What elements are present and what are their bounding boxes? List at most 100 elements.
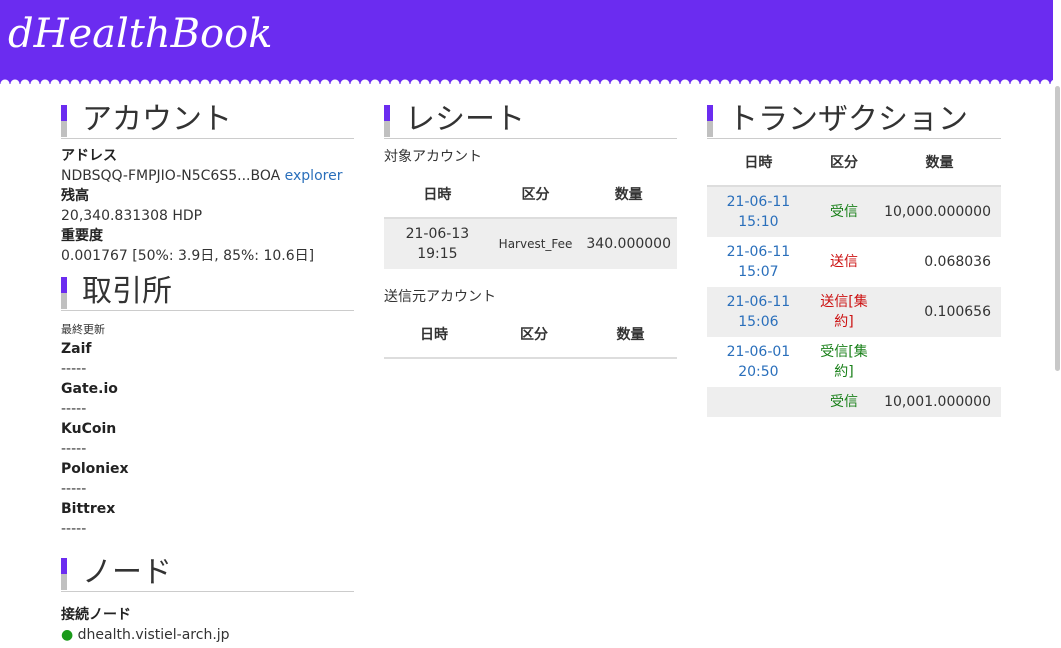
col-header-type[interactable]: 区分 [490, 171, 581, 219]
row-amount: 340.000000 [580, 218, 677, 269]
left-column: アカウント アドレス NDBSQQ-FMPJIO-N5C6S5...BOA ex… [61, 102, 354, 645]
address-row: NDBSQQ-FMPJIO-N5C6S5...BOA explorer [61, 166, 354, 186]
row-amount: 10,000.000000 [878, 186, 1001, 237]
row-time: 19:15 [417, 246, 458, 262]
row-date: 21-06-01 [726, 344, 791, 360]
table-row[interactable]: 21-06-01 20:50 受信[集 約] [707, 337, 1001, 387]
col-header-datetime[interactable]: 日時 [384, 171, 491, 219]
exchange-price-gateio: ----- [61, 401, 87, 417]
row-amount [878, 337, 1001, 387]
node-section-header: ノード [61, 555, 354, 592]
section-marker-shadow [61, 121, 67, 137]
row-datetime: 21-06-13 19:15 [384, 218, 491, 269]
account-section-header: アカウント [61, 102, 354, 139]
exchange-section-header: 取引所 [61, 274, 354, 311]
row-type-line1: 送信[集 [820, 294, 868, 310]
node-host: dhealth.vistiel-arch.jp [77, 627, 230, 643]
section-marker-shadow [384, 121, 390, 137]
row-datetime-link[interactable]: 21-06-11 15:06 [707, 287, 810, 337]
exchange-name-poloniex: Poloniex [61, 461, 129, 477]
row-datetime-link[interactable]: 21-06-11 15:07 [707, 237, 810, 287]
last-updated-label: 最終更新 [61, 323, 105, 336]
section-marker [61, 277, 67, 293]
table-row[interactable]: 21-06-11 15:06 送信[集 約] 0.100656 [707, 287, 1001, 337]
site-logo[interactable]: dHealthBook [8, 4, 272, 64]
section-marker-shadow [61, 293, 67, 309]
col-header-amount[interactable]: 数量 [580, 171, 677, 219]
row-date: 21-06-11 [726, 294, 791, 310]
receipt-section-header: レシート [384, 102, 677, 139]
transaction-title: トランザクション [728, 102, 968, 137]
table-row[interactable]: 21-06-11 15:10 受信 10,000.000000 [707, 186, 1001, 237]
address-label: アドレス [61, 148, 117, 164]
row-type-line2: 約] [834, 314, 854, 330]
node-status-dot-icon: ● [61, 627, 74, 643]
row-type-line2: 約] [834, 364, 854, 380]
row-time: 20:50 [738, 364, 779, 380]
row-type-receive: 受信 [809, 186, 879, 237]
col-header-type[interactable]: 区分 [809, 139, 879, 187]
balance-label: 残高 [61, 188, 89, 204]
transaction-section-header: トランザクション [707, 102, 1001, 139]
transaction-table: 日時 区分 数量 21-06-11 15:10 受信 10,000.000000… [707, 139, 1001, 417]
right-column: トランザクション 日時 区分 数量 21-06-11 15:10 受信 10,0… [707, 102, 1001, 417]
row-time: 15:06 [738, 314, 779, 330]
section-marker [61, 105, 67, 121]
account-title: アカウント [82, 102, 232, 137]
explorer-link[interactable]: explorer [285, 168, 343, 184]
scrollbar-thumb[interactable] [1055, 86, 1060, 371]
row-datetime-link[interactable]: 21-06-11 15:10 [707, 186, 810, 237]
section-marker [61, 558, 67, 574]
row-type-receive-aggregate: 受信[集 約] [810, 337, 878, 387]
section-marker-shadow [61, 574, 67, 590]
sender-table: 日時 区分 数量 [384, 311, 677, 359]
section-marker [384, 105, 390, 121]
row-datetime-link[interactable]: 21-06-01 20:50 [707, 337, 810, 387]
row-type-line1: 受信[集 [820, 344, 868, 360]
address-value: NDBSQQ-FMPJIO-N5C6S5...BOA [61, 168, 281, 184]
sender-account-label: 送信元アカウント [384, 289, 496, 305]
row-date: 21-06-11 [726, 194, 791, 210]
exchange-price-bittrex: ----- [61, 521, 87, 537]
row-type-send-aggregate: 送信[集 約] [809, 287, 879, 337]
section-marker [707, 105, 713, 121]
table-row[interactable]: 21-06-11 15:07 送信 0.068036 [707, 237, 1001, 287]
receipt-table-header: 日時 区分 数量 [384, 171, 677, 219]
exchange-name-kucoin: KuCoin [61, 421, 117, 437]
connected-node-label: 接続ノード [61, 607, 131, 623]
connected-node-row: ● dhealth.vistiel-arch.jp [61, 625, 354, 645]
exchange-price-kucoin: ----- [61, 441, 87, 457]
row-amount: 10,001.000000 [878, 387, 1001, 417]
exchange-name-bittrex: Bittrex [61, 501, 116, 517]
target-account-label: 対象アカウント [384, 149, 482, 165]
row-time: 15:07 [738, 264, 779, 280]
row-date: 21-06-13 [405, 226, 470, 242]
row-type-receive: 受信 [809, 387, 879, 417]
row-time: 15:10 [738, 214, 779, 230]
importance-label: 重要度 [61, 228, 103, 244]
row-amount: 0.100656 [878, 287, 1001, 337]
receipt-table: 日時 区分 数量 21-06-13 19:15 Harvest_Fee 340.… [384, 171, 677, 269]
receipt-title: レシート [405, 102, 525, 137]
row-date: 21-06-11 [726, 244, 791, 260]
header-wave-border [0, 74, 1061, 84]
exchange-name-gateio: Gate.io [61, 381, 118, 397]
table-row[interactable]: 受信 10,001.000000 [707, 387, 1001, 417]
exchange-price-zaif: ----- [61, 361, 87, 377]
col-header-datetime[interactable]: 日時 [384, 311, 484, 359]
scrollbar-track[interactable] [1053, 0, 1061, 648]
site-header: dHealthBook [0, 0, 1061, 84]
exchange-title: 取引所 [82, 274, 172, 309]
section-marker-shadow [707, 121, 713, 137]
row-datetime-link[interactable] [707, 387, 810, 417]
transaction-table-header: 日時 区分 数量 [707, 139, 1001, 187]
table-row[interactable]: 21-06-13 19:15 Harvest_Fee 340.000000 [384, 218, 677, 269]
exchange-name-zaif: Zaif [61, 341, 92, 357]
col-header-datetime[interactable]: 日時 [707, 139, 810, 187]
importance-value: 0.001767 [50%: 3.9日, 85%: 10.6日] [61, 248, 315, 264]
col-header-amount[interactable]: 数量 [878, 139, 1001, 187]
row-type-send: 送信 [829, 254, 858, 270]
sender-table-header: 日時 区分 数量 [384, 311, 677, 359]
col-header-type[interactable]: 区分 [484, 311, 584, 359]
col-header-amount[interactable]: 数量 [584, 311, 677, 359]
